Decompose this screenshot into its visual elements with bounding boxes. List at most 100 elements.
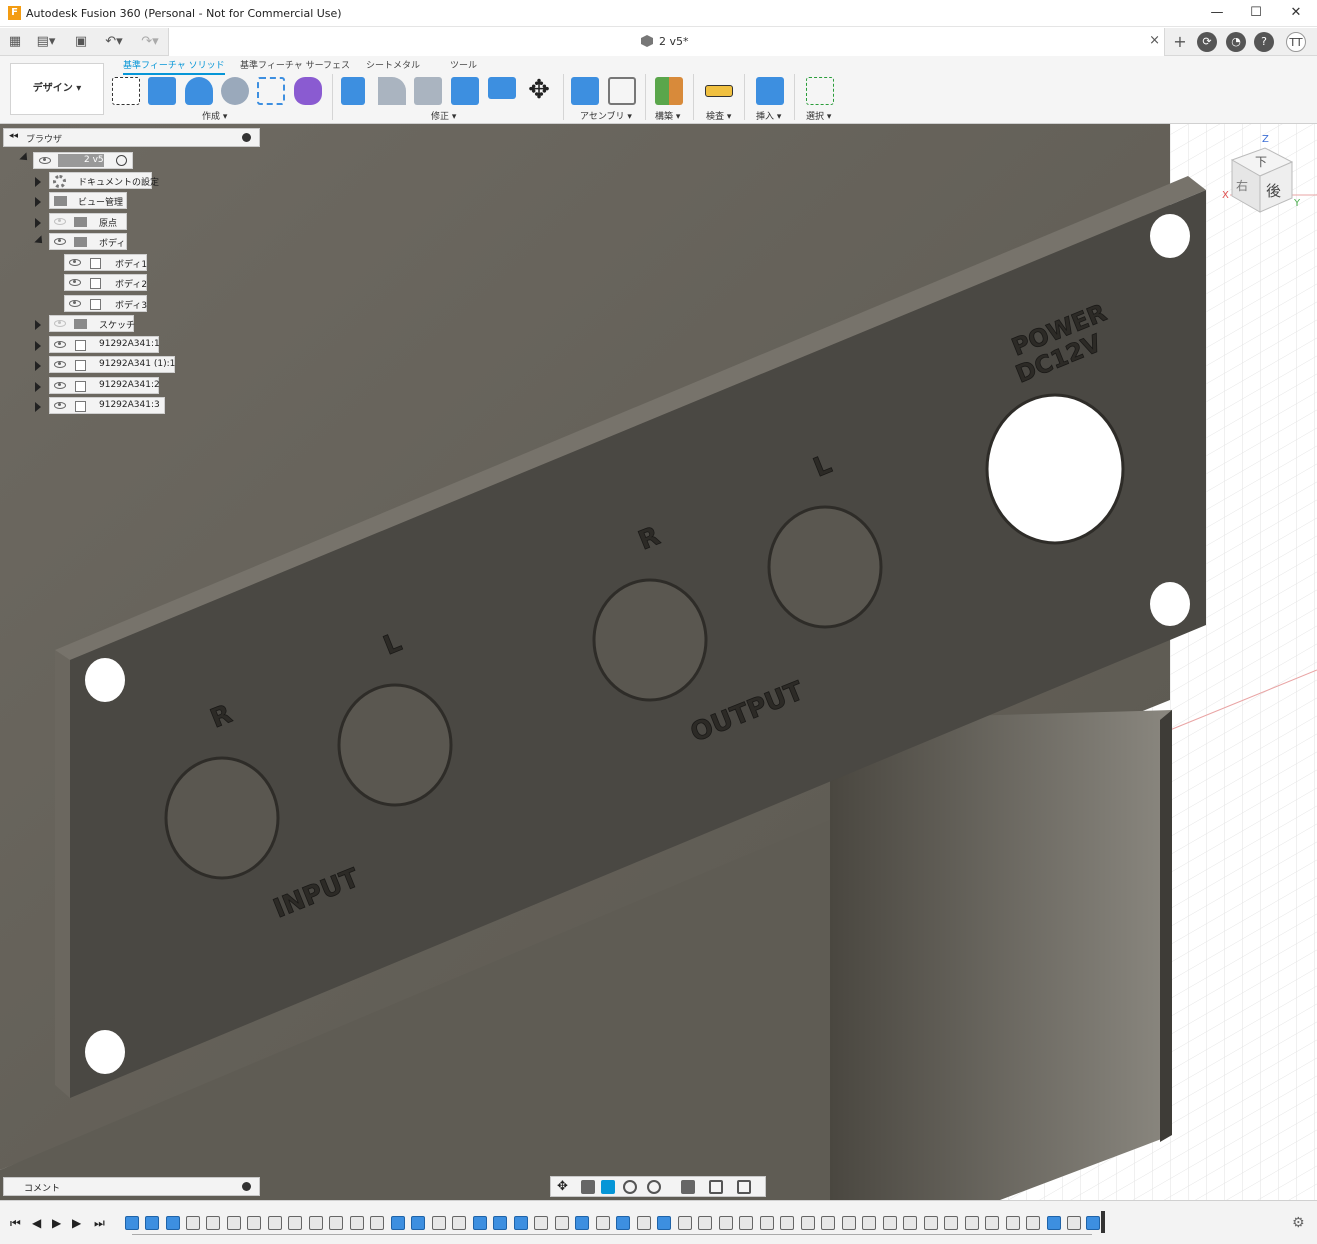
viewcube-top-face[interactable]: 下 [1255,155,1267,169]
timeline-feature[interactable] [166,1216,180,1230]
expand-icon[interactable] [35,218,41,228]
timeline-feature[interactable] [268,1216,282,1230]
tree-item-named-views[interactable]: ビュー管理 [49,192,127,209]
assemble-menu[interactable]: アセンブリ ▾ [580,109,632,122]
tree-item-screw-4[interactable]: 91292A341:3 [49,397,165,414]
orbit-icon[interactable]: ✥ [557,1180,571,1194]
comments-options-icon[interactable] [242,1182,251,1191]
revolve-icon[interactable] [185,77,213,105]
power-jack-hole[interactable] [985,393,1125,545]
input-l-jack-hole[interactable] [337,683,453,807]
close-window-button[interactable]: ✕ [1276,0,1316,27]
timeline-settings-icon[interactable]: ⚙ [1292,1215,1305,1231]
fillet-icon[interactable] [378,77,406,105]
new-component-icon[interactable] [571,77,599,105]
tree-item-sketches[interactable]: スケッチ [49,315,135,332]
zoom-icon[interactable] [623,1180,637,1194]
expand-icon[interactable] [35,382,41,392]
tab-solid[interactable]: 基準フィーチャ ソリッド [123,58,225,75]
timeline-feature[interactable] [842,1216,856,1230]
job-status-icon[interactable]: ◔ [1226,32,1246,52]
save-icon[interactable]: ▣ [72,32,90,52]
tree-item-body3[interactable]: ボディ3 [64,295,147,312]
file-menu-icon[interactable]: ▤▾ [34,32,58,52]
output-r-jack-hole[interactable] [592,578,708,702]
timeline-feature[interactable] [1047,1216,1061,1230]
select-menu[interactable]: 選択 ▾ [806,109,831,122]
timeline-feature[interactable] [452,1216,466,1230]
visibility-eye-icon[interactable] [54,382,66,389]
inspect-menu[interactable]: 検査 ▾ [706,109,731,122]
select-icon[interactable] [806,77,834,105]
insert-image-icon[interactable] [756,77,784,105]
timeline-feature[interactable] [924,1216,938,1230]
timeline-feature[interactable] [1086,1216,1100,1230]
fit-icon[interactable] [647,1180,661,1194]
timeline-feature[interactable] [903,1216,917,1230]
timeline-feature[interactable] [657,1216,671,1230]
timeline-marker[interactable] [1101,1211,1105,1233]
timeline-feature[interactable] [616,1216,630,1230]
new-tab-button[interactable]: + [1170,32,1190,52]
tab-sheet-metal[interactable]: シートメタル [366,58,420,71]
user-avatar[interactable]: TT [1286,32,1306,52]
timeline-feature[interactable] [821,1216,835,1230]
hole-icon[interactable] [221,77,249,105]
timeline-feature[interactable] [247,1216,261,1230]
timeline-feature[interactable] [678,1216,692,1230]
collapse-browser-icon[interactable]: ◂◂ [9,131,18,141]
form-icon[interactable] [294,77,322,105]
visibility-eye-icon[interactable] [39,157,51,164]
timeline-feature[interactable] [206,1216,220,1230]
measure-icon[interactable] [705,85,733,97]
go-to-end-icon[interactable]: ⏭ [94,1216,105,1231]
tab-tools[interactable]: ツール [450,58,477,71]
timeline-feature[interactable] [391,1216,405,1230]
move-icon[interactable]: ✥ [525,77,553,105]
expand-icon[interactable] [35,320,41,330]
workspace-switcher[interactable]: デザイン ▾ [10,63,104,115]
minimize-button[interactable]: — [1197,0,1237,27]
timeline-feature[interactable] [227,1216,241,1230]
viewcube-left-face[interactable]: 右 [1236,178,1248,193]
tree-item-document-settings[interactable]: ドキュメントの設定 [49,172,159,189]
visibility-eye-icon[interactable] [54,341,66,348]
extrude-icon[interactable] [148,77,176,105]
timeline-feature[interactable] [1006,1216,1020,1230]
visibility-eye-icon[interactable] [54,238,66,245]
timeline-feature[interactable] [596,1216,610,1230]
input-r-jack-hole[interactable] [164,756,280,880]
timeline-feature[interactable] [411,1216,425,1230]
timeline-feature[interactable] [432,1216,446,1230]
document-tab[interactable]: 2 v5* × [168,28,1165,56]
timeline-feature[interactable] [145,1216,159,1230]
timeline-feature[interactable] [698,1216,712,1230]
grid-settings-icon[interactable] [709,1180,723,1194]
offset-plane-icon[interactable] [655,77,683,105]
timeline-feature[interactable] [1067,1216,1081,1230]
apps-grid-icon[interactable]: ▦ [6,32,24,52]
timeline-feature[interactable] [186,1216,200,1230]
pan-icon[interactable] [601,1180,615,1194]
look-at-icon[interactable] [581,1180,595,1194]
step-forward-icon[interactable]: ▶ [72,1216,81,1230]
expand-icon[interactable] [35,177,41,187]
timeline-feature[interactable] [309,1216,323,1230]
timeline-feature[interactable] [739,1216,753,1230]
construct-menu[interactable]: 構築 ▾ [655,109,680,122]
3d-viewport[interactable]: R L R L INPUT OUTPUT POWER DC12V 下 後 右 Z… [0,124,1317,1200]
expand-icon[interactable] [35,197,41,207]
timeline-feature[interactable] [534,1216,548,1230]
help-icon[interactable]: ? [1254,32,1274,52]
timeline-feature[interactable] [370,1216,384,1230]
undo-icon[interactable]: ↶▾ [100,32,128,52]
combine-icon[interactable] [451,77,479,105]
tree-item-bodies[interactable]: ボディ [49,233,127,250]
create-menu[interactable]: 作成 ▾ [202,109,227,122]
timeline-feature[interactable] [965,1216,979,1230]
timeline-feature[interactable] [493,1216,507,1230]
timeline-feature[interactable] [555,1216,569,1230]
shell-icon[interactable] [414,77,442,105]
timeline-feature[interactable] [944,1216,958,1230]
maximize-button[interactable]: ☐ [1236,0,1276,27]
